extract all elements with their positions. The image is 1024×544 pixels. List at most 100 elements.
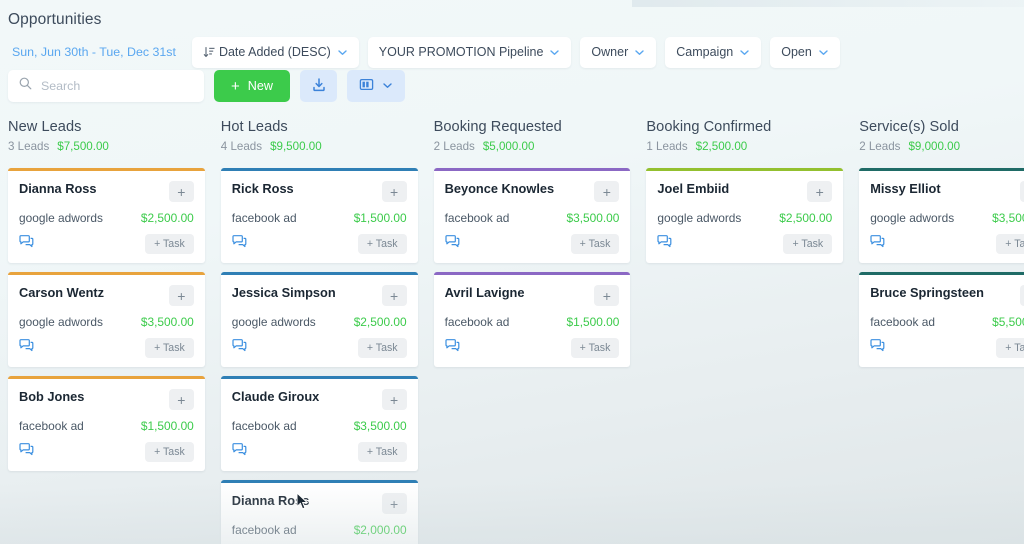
status-dropdown[interactable]: Open (770, 37, 840, 68)
opportunity-card[interactable]: Rick Ross+facebook ad$1,500.00+ Task (221, 168, 418, 263)
card-lead-source: google adwords (657, 211, 741, 225)
campaign-dropdown[interactable]: Campaign (665, 37, 761, 68)
card-add-button[interactable]: + (382, 181, 407, 202)
add-task-button[interactable]: + Task (571, 338, 620, 358)
card-add-button[interactable]: + (807, 181, 832, 202)
chevron-down-icon (818, 47, 829, 58)
card-lead-source: facebook ad (445, 315, 510, 329)
kanban-column: Booking Requested2 Leads$5,000.00Beyonce… (426, 119, 639, 544)
owner-dropdown[interactable]: Owner (580, 37, 656, 68)
column-title: New Leads (8, 119, 205, 135)
campaign-dropdown-label: Campaign (676, 45, 733, 59)
card-add-button[interactable]: + (169, 181, 194, 202)
column-total-value: $9,500.00 (270, 140, 322, 153)
card-footer: + Task (657, 234, 832, 254)
card-contact-name: Claude Giroux (232, 389, 319, 406)
column-title: Hot Leads (221, 119, 418, 135)
opportunity-card[interactable]: Missy Elliot+google adwords$3,500.00+ Ta… (859, 168, 1024, 263)
sort-dropdown[interactable]: Date Added (DESC) (192, 37, 359, 68)
column-title: Booking Requested (434, 119, 631, 135)
card-details: google adwords$3,500.00 (19, 315, 194, 329)
card-lead-source: facebook ad (232, 211, 297, 225)
card-value: $5,500.00 (992, 315, 1024, 329)
chat-bubbles-icon[interactable] (19, 443, 34, 461)
page-title: Opportunities (8, 11, 1024, 29)
chat-bubbles-icon[interactable] (445, 235, 460, 253)
chat-bubbles-icon[interactable] (657, 235, 672, 253)
chat-bubbles-icon[interactable] (870, 235, 885, 253)
opportunity-card[interactable]: Dianna Ross+ google adwords$2,500.00 + Tas… (8, 168, 205, 263)
search-icon (19, 77, 32, 95)
search-input[interactable] (41, 79, 193, 93)
card-add-button[interactable]: + (594, 181, 619, 202)
add-task-button[interactable]: + Task (571, 234, 620, 254)
card-header: Beyonce Knowles + (445, 181, 620, 202)
opportunity-card[interactable]: Avril Lavigne+facebook ad$1,500.00+ Task (434, 272, 631, 367)
chat-bubbles-icon[interactable] (19, 339, 34, 357)
card-add-button[interactable]: + (1020, 285, 1024, 306)
card-contact-name: Bob Jones (19, 389, 84, 406)
view-switch-button[interactable] (347, 70, 405, 102)
chat-bubbles-icon[interactable] (232, 443, 247, 461)
card-add-button[interactable]: + (594, 285, 619, 306)
card-value: $3,500.00 (992, 211, 1024, 225)
add-task-button[interactable]: + Task (358, 442, 407, 462)
column-lead-count: 2 Leads (859, 140, 900, 153)
chat-bubbles-icon[interactable] (870, 339, 885, 357)
kanban-column: Hot Leads4 Leads$9,500.00Rick Ross+faceb… (213, 119, 426, 544)
add-task-button[interactable]: + Task (783, 234, 832, 254)
top-strip-artifact (632, 0, 1024, 7)
card-add-button[interactable]: + (382, 285, 407, 306)
column-lead-count: 3 Leads (8, 140, 49, 153)
card-details: facebook ad$3,500.00 (232, 419, 407, 433)
card-contact-name: Carson Wentz (19, 285, 104, 302)
column-lead-count: 1 Leads (646, 140, 687, 153)
card-contact-name: Jessica Simpson (232, 285, 336, 302)
card-footer: + Task (232, 338, 407, 358)
search-box[interactable] (8, 70, 204, 102)
chevron-down-icon (739, 47, 750, 58)
chat-bubbles-icon[interactable] (232, 235, 247, 253)
add-task-button[interactable]: + Task (358, 338, 407, 358)
card-footer: + Task (19, 442, 194, 462)
opportunity-card[interactable]: Bruce Springsteen+facebook ad$5,500.00+ … (859, 272, 1024, 367)
chevron-down-icon (549, 47, 560, 58)
card-header: Dianna Ross+ (19, 181, 194, 202)
opportunity-card[interactable]: Jessica Simpson+google adwords$2,500.00+… (221, 272, 418, 367)
add-task-button[interactable]: + Task (145, 234, 194, 254)
opportunity-card[interactable]: Beyonce Knowles+facebook ad$3,500.00+ Ta… (434, 168, 631, 263)
new-button[interactable]: + New (214, 70, 290, 102)
card-details: google adwords$2,500.00 (19, 211, 194, 225)
card-details: facebook ad$2,000.00 (232, 523, 407, 537)
date-range-selector[interactable]: Sun, Jun 30th - Tue, Dec 31st (8, 45, 183, 59)
card-add-button[interactable]: + (1020, 181, 1024, 202)
add-task-button[interactable]: + Task (145, 338, 194, 358)
card-contact-name: Beyonce Knowles (445, 181, 555, 198)
card-contact-name: Joel Embiid (657, 181, 729, 198)
new-button-label: New (248, 79, 273, 93)
card-value: $2,500.00 (141, 211, 194, 225)
opportunity-card[interactable]: Bob Jones+facebook ad$1,500.00+ Task (8, 376, 205, 471)
pipeline-dropdown[interactable]: YOUR PROMOTION Pipeline (368, 37, 572, 68)
add-task-button[interactable]: + Task (996, 234, 1024, 254)
card-add-button[interactable]: + (382, 389, 407, 410)
chat-bubbles-icon[interactable] (19, 235, 34, 253)
card-lead-source: facebook ad (19, 419, 84, 433)
add-task-button[interactable]: + Task (996, 338, 1024, 358)
card-add-button[interactable]: + (169, 285, 194, 306)
card-add-button[interactable]: + (382, 493, 407, 514)
opportunity-card[interactable]: Dianna Ross+facebook ad$2,000.00+ Task (221, 480, 418, 544)
chat-bubbles-icon[interactable] (445, 339, 460, 357)
add-task-button[interactable]: + Task (145, 442, 194, 462)
chat-bubbles-icon[interactable] (232, 339, 247, 357)
card-footer: + Task (445, 338, 620, 358)
opportunity-card[interactable]: Claude Giroux + facebook ad$3,500.00 + Task (221, 376, 418, 471)
opportunity-card[interactable]: Joel Embiid+google adwords$2,500.00+ Tas… (646, 168, 843, 263)
add-task-button[interactable]: + Task (358, 234, 407, 254)
card-add-button[interactable]: + (169, 389, 194, 410)
column-summary: 3 Leads$7,500.00 (8, 140, 205, 153)
plus-icon: + (231, 79, 240, 94)
opportunity-card[interactable]: Carson Wentz + google adwords$3,500.00 + Ta… (8, 272, 205, 367)
export-button[interactable] (300, 70, 337, 102)
card-footer: + Task (870, 338, 1024, 358)
